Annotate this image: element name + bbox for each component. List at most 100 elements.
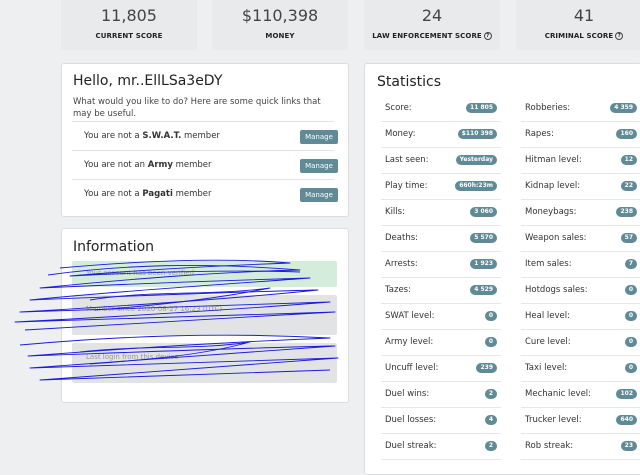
stat-value: 41: [573, 6, 595, 25]
stat-row: Mechanic level: 102: [521, 381, 640, 408]
group-text: member: [172, 189, 212, 199]
stat-row: Duel losses: 4: [381, 407, 501, 434]
info-alert-verified: Your account has been verified: [72, 261, 337, 287]
stat-row: Kidnap level: 22: [521, 173, 640, 200]
group-name: Army: [147, 160, 173, 170]
stat-value-badge: 0: [484, 337, 497, 347]
welcome-panel: Hello, mr..EllLSa3eDY What would you lik…: [61, 63, 349, 217]
stat-row: Item sales: 7: [521, 251, 640, 278]
stat-row: Last seen: Yesterday: [381, 147, 501, 174]
stat-key: Money:: [385, 129, 416, 139]
group-text: You are not a: [84, 131, 143, 141]
stat-key: Play time:: [385, 181, 428, 191]
stat-key: Army level:: [385, 337, 434, 347]
manage-swat-button[interactable]: Manage: [300, 130, 338, 144]
statistics-panel: Statistics Score: 11 805 Money: $110 398 Las…: [364, 63, 640, 475]
stat-key: Heal level:: [525, 311, 570, 321]
stat-value-badge: 239: [476, 363, 497, 373]
stat-value-badge: 11 805: [466, 103, 497, 113]
stat-label: MONEY: [265, 32, 295, 40]
welcome-title: Hello, mr..EllLSa3eDY: [73, 73, 223, 89]
stat-row: Money: $110 398: [381, 121, 501, 148]
stat-row: Tazes: 4 529: [381, 277, 501, 304]
stat-row: Trucker level: 640: [521, 407, 640, 434]
information-panel: Information Your account has been verifi…: [61, 228, 349, 403]
stat-value-badge: 160: [616, 129, 637, 139]
statistics-title: Statistics: [377, 74, 441, 90]
stat-value-badge: 23: [620, 441, 637, 451]
stat-row: Rapes: 160: [521, 121, 640, 148]
help-icon[interactable]: ?: [483, 32, 492, 40]
stat-row: Weapon sales: 57: [521, 225, 640, 252]
group-text: member: [181, 131, 220, 141]
stat-row: Taxi level: 0: [521, 355, 640, 382]
manage-pagati-button[interactable]: Manage: [300, 188, 338, 202]
stat-value-badge: 0: [624, 363, 637, 373]
group-row-swat: You are not a S.W.A.T. member Manage: [72, 121, 338, 150]
stat-card-criminal: 41 CRIMINAL SCORE?: [516, 0, 640, 50]
stat-value-badge: 102: [616, 389, 637, 399]
stat-row: Rob streak: 23: [521, 433, 640, 460]
stat-value-badge: Yesterday: [455, 155, 497, 165]
stat-value-badge: 0: [624, 285, 637, 295]
stat-value-badge: 238: [616, 207, 637, 217]
stat-value: $110,398: [241, 6, 319, 25]
stat-key: Rob streak:: [525, 441, 574, 451]
stat-card-money: $110,398 MONEY: [212, 0, 348, 50]
help-icon[interactable]: ?: [615, 32, 624, 40]
stat-key: Item sales:: [525, 259, 572, 269]
stat-row: Hitman level: 12: [521, 147, 640, 174]
stat-key: Score:: [385, 103, 412, 113]
stat-key: Duel streak:: [385, 441, 437, 451]
stat-value-badge: 5 570: [470, 233, 497, 243]
stat-key: SWAT level:: [385, 311, 435, 321]
manage-army-button[interactable]: Manage: [300, 159, 338, 173]
stat-key: Cure level:: [525, 337, 571, 347]
stat-value-badge: 4: [484, 415, 497, 425]
stat-row: Arrests: 1 923: [381, 251, 501, 278]
information-title: Information: [73, 239, 155, 255]
welcome-intro: What would you like to do? Here are some…: [73, 97, 321, 119]
stat-key: Taxi level:: [525, 363, 568, 373]
stat-key: Duel wins:: [385, 389, 430, 399]
group-text: member: [172, 160, 212, 170]
stat-value-badge: 0: [624, 337, 637, 347]
stat-row: Uncuff level: 239: [381, 355, 501, 382]
stat-value-badge: 57: [620, 233, 637, 243]
group-name: Pagati: [142, 189, 173, 199]
stat-row: Robberies: 4 359: [521, 95, 640, 122]
stat-key: Last seen:: [385, 155, 429, 165]
stat-value-badge: 2: [484, 441, 497, 451]
stat-key: Hitman level:: [525, 155, 582, 165]
stat-value-badge: 3 060: [470, 207, 497, 217]
stat-value-badge: 4 359: [610, 103, 637, 113]
group-row-pagati: You are not a Pagati member Manage: [72, 179, 338, 208]
stat-row: Play time: 660h:23m: [381, 173, 501, 200]
stat-key: Weapon sales:: [525, 233, 587, 243]
stat-key: Deaths:: [385, 233, 418, 243]
stat-row: Heal level: 0: [521, 303, 640, 330]
stat-key: Hotdogs sales:: [525, 285, 588, 295]
stat-row: Hotdogs sales: 0: [521, 277, 640, 304]
stat-card-law-enforcement: 24 LAW ENFORCEMENT SCORE?: [364, 0, 500, 50]
group-name: S.W.A.T.: [142, 131, 182, 141]
info-text: Your account has been verified: [86, 269, 195, 277]
stat-row: Duel streak: 2: [381, 433, 501, 460]
stat-row: Moneybags: 238: [521, 199, 640, 226]
stat-value-badge: 2: [484, 389, 497, 399]
info-alert-member: Member since 2020-08-27 16:23 (UTC): [72, 295, 337, 335]
stat-value-badge: 1 923: [470, 259, 497, 269]
stat-value-badge: $110 398: [457, 129, 497, 139]
stat-key: Kills:: [385, 207, 405, 217]
stat-row: Deaths: 5 570: [381, 225, 501, 252]
stat-value-badge: 0: [484, 311, 497, 321]
stat-value-badge: 22: [620, 181, 637, 191]
stat-row: Army level: 0: [381, 329, 501, 356]
stat-row: SWAT level: 0: [381, 303, 501, 330]
stat-value-badge: 12: [620, 155, 637, 165]
stat-label: CURRENT SCORE: [95, 32, 163, 40]
stat-key: Rapes:: [525, 129, 554, 139]
info-text: Last login from this device: [86, 353, 179, 361]
stat-key: Kidnap level:: [525, 181, 581, 191]
stat-row: Kills: 3 060: [381, 199, 501, 226]
